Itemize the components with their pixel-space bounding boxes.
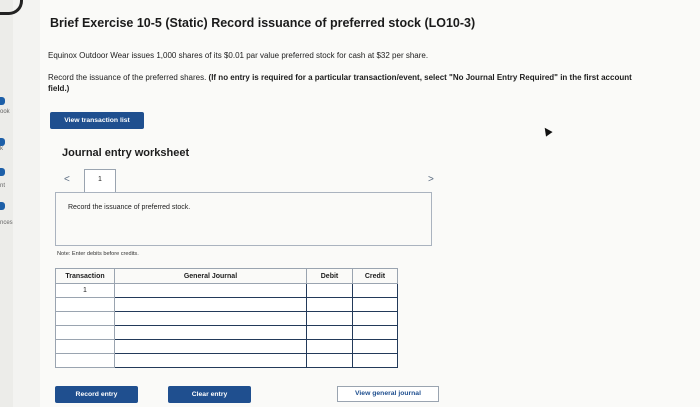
debit-input[interactable] (306, 283, 353, 298)
credit-input[interactable] (352, 283, 398, 298)
transaction-cell (55, 353, 115, 368)
debit-input[interactable] (306, 311, 353, 326)
table-row (55, 297, 398, 312)
col-header-general-journal: General Journal (114, 268, 307, 284)
account-input[interactable] (114, 353, 307, 368)
credit-input[interactable] (352, 325, 398, 340)
table-row (55, 353, 398, 368)
instruction-box: Record the issuance of preferred stock. (55, 192, 432, 246)
journal-header-row: Transaction General Journal Debit Credit (55, 268, 398, 284)
account-input[interactable] (114, 311, 307, 326)
col-header-credit: Credit (352, 268, 398, 284)
instruction-text: Record the issuance of preferred stock. (68, 204, 191, 211)
transaction-cell (55, 297, 115, 312)
account-input[interactable] (114, 325, 307, 340)
col-header-debit: Debit (306, 268, 353, 284)
record-entry-button[interactable]: Record entry (55, 386, 138, 403)
clear-entry-button[interactable]: Clear entry (168, 386, 251, 403)
debit-input[interactable] (306, 353, 353, 368)
page-title: Brief Exercise 10-5 (Static) Record issu… (50, 16, 476, 30)
tab-entry-1[interactable]: 1 (84, 169, 116, 193)
rail-marker-icon (0, 202, 5, 210)
credit-input[interactable] (352, 339, 398, 354)
transaction-cell (55, 311, 115, 326)
rail-marker-icon (0, 97, 5, 105)
worksheet-title: Journal entry worksheet (62, 147, 190, 159)
credit-input[interactable] (352, 311, 398, 326)
view-general-journal-button[interactable]: View general journal (337, 386, 439, 402)
next-arrow-icon[interactable]: > (428, 174, 434, 185)
rail-marker-icon (0, 138, 5, 146)
problem-statement: Equinox Outdoor Wear issues 1,000 shares… (48, 51, 429, 60)
rail-marker-icon (0, 168, 5, 176)
rail-item-1[interactable]: ook (0, 109, 10, 115)
credit-input[interactable] (352, 353, 398, 368)
rail-item-3[interactable]: nt (0, 183, 5, 189)
debit-input[interactable] (306, 339, 353, 354)
transaction-cell (55, 339, 115, 354)
view-transaction-list-button[interactable]: View transaction list (50, 112, 144, 129)
col-header-transaction: Transaction (55, 268, 115, 284)
table-row (55, 325, 398, 340)
rail-item-4[interactable]: nces (0, 220, 13, 226)
note-text: Note: Enter debits before credits. (57, 251, 139, 257)
left-navigation-rail: ook k nt nces (0, 0, 23, 407)
journal-table: Transaction General Journal Debit Credit… (55, 268, 398, 368)
transaction-cell (55, 325, 115, 340)
debit-input[interactable] (306, 325, 353, 340)
problem-instruction: Record the issuance of the preferred sha… (48, 72, 648, 94)
credit-input[interactable] (352, 297, 398, 312)
page-corner-mark (0, 0, 23, 15)
account-input[interactable] (114, 283, 307, 298)
instruction-plain: Record the issuance of the preferred sha… (48, 73, 209, 82)
prev-arrow-icon[interactable]: < (64, 174, 70, 185)
account-input[interactable] (114, 339, 307, 354)
table-row (55, 339, 398, 354)
account-input[interactable] (114, 297, 307, 312)
transaction-cell: 1 (55, 283, 115, 298)
table-row: 1 (55, 283, 398, 298)
table-row (55, 311, 398, 326)
rail-item-2[interactable]: k (0, 146, 3, 152)
debit-input[interactable] (306, 297, 353, 312)
